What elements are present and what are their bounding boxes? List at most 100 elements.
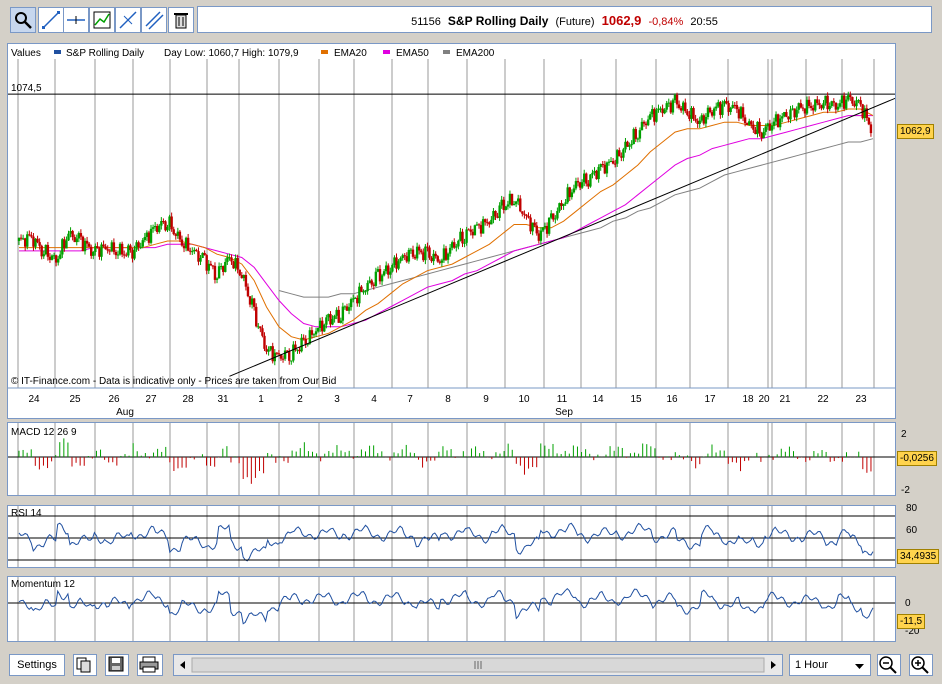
candle-body bbox=[211, 265, 215, 267]
candle-body bbox=[783, 112, 786, 117]
candle-body bbox=[770, 125, 774, 131]
candle-body bbox=[781, 116, 784, 119]
candle-body bbox=[298, 349, 301, 352]
save-button[interactable] bbox=[105, 654, 129, 676]
candle-body bbox=[869, 124, 873, 134]
candle-body bbox=[308, 330, 312, 344]
horizontal-scrollbar[interactable] bbox=[173, 654, 783, 676]
candle-body bbox=[853, 103, 856, 107]
zoom-in-button[interactable] bbox=[909, 654, 933, 676]
candle-body bbox=[698, 120, 701, 124]
draw-line-button[interactable] bbox=[38, 7, 64, 33]
candle-body bbox=[21, 238, 25, 240]
x-day-label: 31 bbox=[217, 394, 229, 405]
settings-button[interactable]: Settings bbox=[9, 654, 65, 676]
x-day-label: 18 bbox=[742, 394, 754, 405]
candle-body bbox=[552, 213, 555, 220]
candle-body bbox=[834, 102, 838, 110]
candle-body bbox=[599, 164, 602, 167]
candle-body bbox=[488, 222, 491, 225]
candle-body bbox=[766, 123, 769, 127]
candle-body bbox=[601, 164, 604, 166]
candle-body bbox=[774, 114, 778, 122]
candle-body bbox=[46, 244, 50, 257]
candle-body bbox=[108, 250, 111, 252]
candle-body bbox=[483, 219, 487, 223]
candle-body bbox=[651, 109, 654, 115]
print-button[interactable] bbox=[137, 654, 163, 676]
macd-chart[interactable] bbox=[8, 423, 895, 495]
rsi-panel[interactable]: RSI 14 80 60 34,4935 bbox=[7, 503, 940, 568]
candle-body bbox=[430, 257, 433, 262]
candle-body bbox=[490, 219, 493, 225]
trend-channel-icon bbox=[145, 11, 164, 30]
candle-body bbox=[100, 244, 103, 257]
zoom-tool-button[interactable] bbox=[10, 7, 36, 33]
price-chart[interactable]: 1000102010401060108024252627283112347891… bbox=[8, 44, 895, 418]
candle-body bbox=[288, 351, 291, 361]
price-chart-panel[interactable]: 1000102010401060108024252627283112347891… bbox=[7, 43, 934, 419]
fibonacci-button[interactable] bbox=[115, 7, 141, 33]
candle-body bbox=[762, 131, 765, 139]
candle-body bbox=[715, 106, 718, 109]
candle-body bbox=[814, 99, 817, 111]
candle-body bbox=[512, 203, 516, 206]
candle-body bbox=[327, 314, 330, 318]
candle-body bbox=[473, 225, 477, 236]
x-day-label: 15 bbox=[630, 394, 642, 405]
copy-button[interactable] bbox=[73, 654, 97, 676]
candle-body bbox=[657, 108, 660, 111]
candle-body bbox=[195, 249, 198, 252]
horizontal-line-button[interactable] bbox=[63, 7, 89, 33]
candle-body bbox=[748, 121, 751, 125]
candle-body bbox=[337, 309, 340, 323]
indicators-button[interactable] bbox=[89, 7, 115, 33]
timeframe-select[interactable]: 1 Hour bbox=[789, 654, 871, 676]
candle-body bbox=[71, 231, 74, 238]
candle-body bbox=[207, 263, 210, 271]
candle-body bbox=[281, 358, 285, 360]
candle-body bbox=[768, 123, 772, 131]
candle-body bbox=[248, 296, 252, 305]
candle-body bbox=[81, 236, 85, 252]
candle-body bbox=[50, 255, 54, 260]
bottom-toolbar: Settings 1 Hour bbox=[7, 650, 939, 680]
candle-body bbox=[193, 249, 196, 252]
candle-body bbox=[219, 266, 223, 268]
instrument-header: 51156 S&P Rolling Daily (Future) 1062,9 … bbox=[197, 6, 932, 33]
candle-body bbox=[131, 250, 134, 259]
candle-body bbox=[616, 150, 619, 164]
candle-body bbox=[450, 242, 454, 248]
candle-body bbox=[521, 211, 524, 214]
momentum-label: Momentum 12 bbox=[11, 579, 75, 590]
candle-body bbox=[772, 121, 776, 126]
x-day-label: 4 bbox=[371, 394, 377, 405]
macd-panel[interactable]: MACD 12 26 9 2 -2 -0,0256 bbox=[7, 422, 937, 496]
candle-body bbox=[628, 145, 631, 147]
trend-channel-button[interactable] bbox=[141, 7, 167, 33]
candle-body bbox=[785, 112, 788, 117]
candle-body bbox=[228, 257, 231, 259]
hline-label: 1074,5 bbox=[11, 83, 42, 94]
candle-body bbox=[694, 118, 697, 121]
candle-body bbox=[830, 101, 833, 106]
candle-body bbox=[411, 249, 415, 257]
copy-icon bbox=[76, 657, 91, 673]
candle-body bbox=[630, 144, 633, 146]
candle-body bbox=[492, 210, 495, 220]
delete-button[interactable] bbox=[168, 7, 194, 33]
candle-body bbox=[465, 229, 468, 243]
candle-body bbox=[426, 246, 429, 248]
momentum-panel[interactable]: Momentum 12 0 -20 -11,5 bbox=[7, 576, 926, 642]
candle-body bbox=[840, 95, 844, 104]
momentum-chart[interactable] bbox=[8, 577, 895, 641]
candle-body bbox=[479, 225, 483, 234]
candle-body bbox=[92, 252, 95, 256]
rsi-chart[interactable] bbox=[8, 506, 895, 567]
candle-body bbox=[48, 256, 52, 260]
momentum-line bbox=[18, 588, 874, 625]
zoom-out-button[interactable] bbox=[877, 654, 901, 676]
candle-body bbox=[302, 337, 305, 339]
candle-body bbox=[519, 198, 522, 212]
candle-body bbox=[438, 261, 442, 263]
